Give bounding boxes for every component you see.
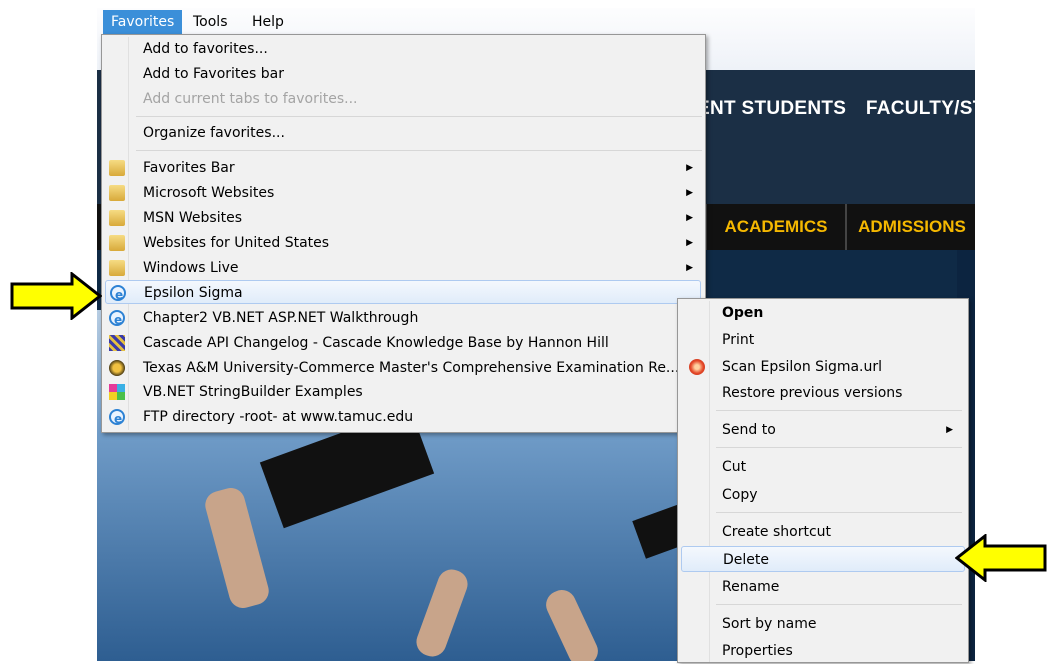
right-pointing-arrow-icon bbox=[10, 272, 102, 320]
menu-separator bbox=[716, 512, 962, 513]
organize-favorites-item[interactable]: Organize favorites... bbox=[105, 121, 701, 145]
favorite-cascade-api-item[interactable]: Cascade API Changelog - Cascade Knowledg… bbox=[105, 331, 701, 355]
folder-icon bbox=[109, 210, 125, 226]
folder-icon bbox=[109, 185, 125, 201]
context-menu: Open Print Scan Epsilon Sigma.url Restor… bbox=[677, 298, 969, 663]
site-top-nav: ENT STUDENTS FACULTY/STA bbox=[697, 98, 975, 120]
menu-separator bbox=[716, 410, 962, 411]
context-copy-item[interactable]: Copy bbox=[681, 482, 965, 508]
folder-icon bbox=[109, 260, 125, 276]
ie-page-icon bbox=[109, 308, 125, 332]
cascade-icon bbox=[109, 335, 125, 351]
context-print-item[interactable]: Print bbox=[681, 327, 965, 353]
menu-separator bbox=[716, 447, 962, 448]
nav-admissions-tab[interactable]: ADMISSIONS bbox=[845, 204, 975, 250]
ie-page-icon bbox=[110, 283, 126, 307]
context-create-shortcut-item[interactable]: Create shortcut bbox=[681, 519, 965, 545]
context-restore-versions-item[interactable]: Restore previous versions bbox=[681, 380, 965, 406]
submenu-arrow-icon: ▶ bbox=[686, 188, 693, 198]
favorite-ftp-directory-item[interactable]: FTP directory -root- at www.tamuc.edu bbox=[105, 405, 701, 431]
context-properties-item[interactable]: Properties bbox=[681, 638, 965, 664]
menu-separator bbox=[716, 604, 962, 605]
folder-msn-websites-item[interactable]: MSN Websites ▶ bbox=[105, 206, 701, 230]
submenu-arrow-icon: ▶ bbox=[686, 213, 693, 223]
left-pointing-arrow-icon bbox=[955, 534, 1047, 582]
context-send-to-item[interactable]: Send to ▶ bbox=[681, 417, 965, 443]
add-to-favorites-item[interactable]: Add to favorites... bbox=[105, 37, 701, 61]
context-scan-item[interactable]: Scan Epsilon Sigma.url bbox=[681, 354, 965, 380]
submenu-arrow-icon: ▶ bbox=[686, 238, 693, 248]
add-current-tabs-item: Add current tabs to favorites... bbox=[143, 91, 358, 107]
folder-websites-united-states-item[interactable]: Websites for United States ▶ bbox=[105, 231, 701, 255]
favorite-stringbuilder-item[interactable]: VB.NET StringBuilder Examples bbox=[105, 380, 701, 404]
nav-faculty-staff-link[interactable]: FACULTY/STA bbox=[866, 98, 975, 119]
submenu-arrow-icon: ▶ bbox=[686, 263, 693, 273]
folder-windows-live-item[interactable]: Windows Live ▶ bbox=[105, 256, 701, 280]
antivirus-scan-icon bbox=[689, 359, 705, 375]
submenu-arrow-icon: ▶ bbox=[946, 425, 953, 435]
context-sort-by-name-item[interactable]: Sort by name bbox=[681, 611, 965, 637]
favorite-epsilon-sigma-item[interactable]: Epsilon Sigma bbox=[105, 280, 701, 307]
tamuc-icon bbox=[109, 360, 125, 376]
menu-tools[interactable]: Tools bbox=[185, 10, 236, 34]
context-open-item[interactable]: Open bbox=[681, 300, 965, 326]
context-delete-item[interactable]: Delete bbox=[681, 546, 965, 572]
submenu-arrow-icon: ▶ bbox=[686, 163, 693, 173]
nav-academics-tab[interactable]: ACADEMICS bbox=[705, 204, 845, 250]
context-rename-item[interactable]: Rename bbox=[681, 574, 965, 600]
folder-icon bbox=[109, 160, 125, 176]
folder-favorites-bar-item[interactable]: Favorites Bar ▶ bbox=[105, 156, 701, 180]
context-cut-item[interactable]: Cut bbox=[681, 454, 965, 480]
menu-bar: Favorites Tools Help bbox=[103, 10, 973, 34]
favorites-dropdown-menu: Add to favorites... Add to Favorites bar… bbox=[101, 34, 706, 433]
favorite-chapter2-item[interactable]: Chapter2 VB.NET ASP.NET Walkthrough bbox=[105, 306, 701, 332]
multicolor-icon bbox=[109, 384, 125, 400]
favorite-tamuc-exam-item[interactable]: Texas A&M University-Commerce Master's C… bbox=[105, 356, 701, 380]
ie-page-icon bbox=[109, 407, 125, 431]
menu-separator bbox=[136, 150, 702, 151]
add-to-favorites-bar-item[interactable]: Add to Favorites bar bbox=[105, 62, 701, 86]
menu-help[interactable]: Help bbox=[244, 10, 292, 34]
folder-icon bbox=[109, 235, 125, 251]
menu-separator bbox=[136, 116, 702, 117]
menu-favorites[interactable]: Favorites bbox=[103, 10, 183, 34]
folder-microsoft-websites-item[interactable]: Microsoft Websites ▶ bbox=[105, 181, 701, 205]
nav-current-students-link[interactable]: ENT STUDENTS bbox=[697, 98, 846, 119]
